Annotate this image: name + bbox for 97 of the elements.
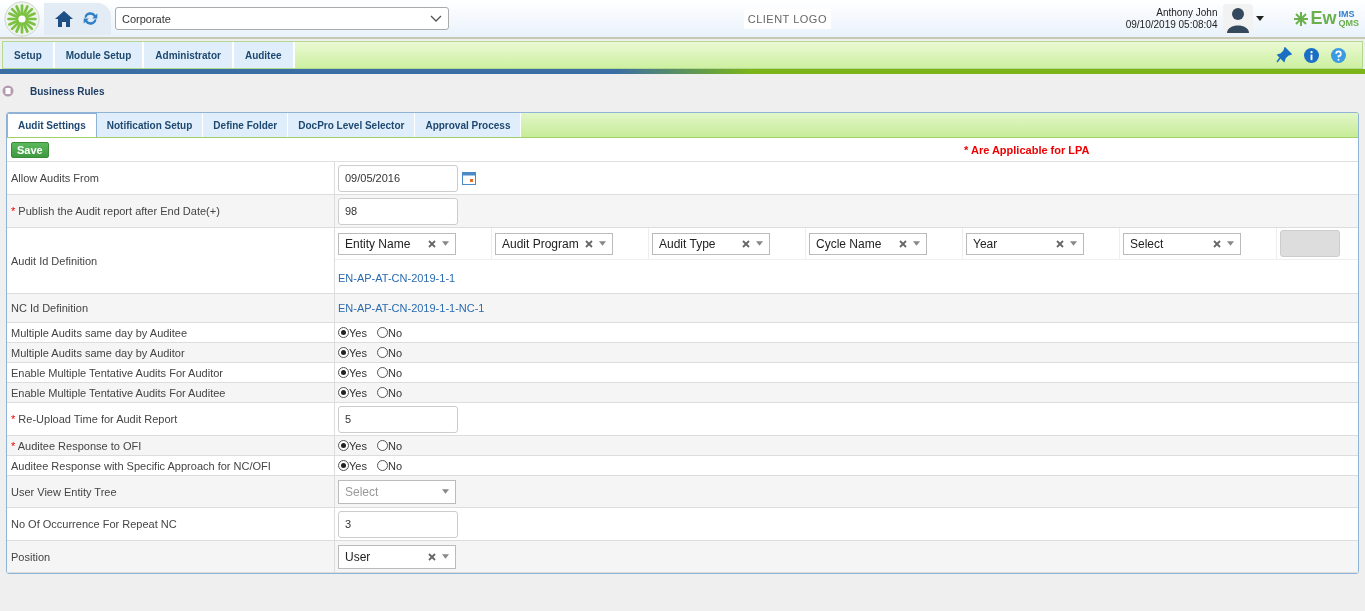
- radio-label: Yes: [349, 439, 367, 452]
- field-label: * Auditee Response to OFI: [11, 439, 142, 452]
- field-label: NC Id Definition: [11, 302, 89, 314]
- radio-label: No: [387, 366, 402, 379]
- field-label: No Of Occurrence For Repeat NC: [11, 518, 177, 530]
- field-label: * Re-Upload Time for Audit Report: [11, 413, 178, 425]
- radio-button[interactable]: [338, 460, 349, 471]
- organization-select[interactable]: Corporate: [115, 7, 449, 30]
- select-field[interactable]: Cycle Name: [809, 232, 927, 255]
- field-label: Multiple Audits same day by Auditee: [11, 326, 188, 339]
- input-field[interactable]: 3: [338, 510, 458, 538]
- radio-button[interactable]: [338, 347, 349, 358]
- select-field[interactable]: Select: [1123, 232, 1241, 255]
- dropdown-arrow-icon: [1227, 241, 1234, 246]
- calendar-icon[interactable]: [462, 171, 476, 185]
- clear-icon[interactable]: [585, 239, 593, 248]
- refresh-icon[interactable]: [82, 10, 99, 27]
- field-label: Allow Audits From: [11, 172, 100, 184]
- field-label: Auditee Response with Specific Approach for NC/OFI: [11, 459, 271, 472]
- chevron-down-icon: [430, 14, 442, 23]
- field-label: User View Entity Tree: [11, 485, 117, 498]
- help-icon[interactable]: [1331, 47, 1346, 63]
- select-field[interactable]: Year: [966, 232, 1084, 255]
- tab[interactable]: Notification Setup: [96, 113, 204, 137]
- field-label: Audit Id Definition: [11, 254, 98, 267]
- id-preview: EN-AP-AT-CN-2019-1-1-NC-1: [338, 302, 485, 314]
- sun-logo-icon: [4, 0, 40, 37]
- radio-button[interactable]: [376, 460, 388, 471]
- tab[interactable]: DocPro Level Selector: [288, 113, 416, 137]
- info-icon[interactable]: [1304, 47, 1319, 63]
- clear-icon[interactable]: [428, 239, 436, 248]
- radio-button[interactable]: [376, 327, 388, 338]
- radio-label: Yes: [349, 366, 367, 379]
- dropdown-arrow-icon: [442, 489, 449, 494]
- field-label: * Publish the Audit report after End Date(+): [11, 205, 220, 217]
- clear-icon[interactable]: [1056, 239, 1064, 248]
- clear-icon[interactable]: [1213, 239, 1221, 248]
- avatar-icon[interactable]: [1223, 3, 1254, 34]
- clear-icon[interactable]: [899, 239, 907, 248]
- radio-label: No: [387, 459, 402, 472]
- tab[interactable]: Audit Settings: [7, 113, 97, 137]
- home-icon[interactable]: [54, 8, 74, 29]
- radio-label: Yes: [349, 346, 367, 359]
- clear-icon[interactable]: [742, 239, 750, 248]
- field-label: Enable Multiple Tentative Audits For Auditor: [11, 366, 223, 379]
- dropdown-arrow-icon: [1070, 241, 1077, 246]
- dropdown-arrow-icon: [913, 241, 920, 246]
- radio-label: Yes: [349, 459, 367, 472]
- menu-item[interactable]: Setup: [3, 42, 55, 68]
- client-logo: CLIENT LOGO: [743, 8, 831, 29]
- input-field[interactable]: 5: [338, 405, 458, 433]
- menu-item[interactable]: Module Setup: [54, 42, 145, 68]
- dropdown-arrow-icon: [756, 241, 763, 246]
- select-field[interactable]: User: [338, 544, 456, 569]
- radio-label: No: [387, 326, 402, 339]
- radio-button[interactable]: [376, 387, 388, 398]
- breadcrumb: Business Rules: [30, 85, 105, 97]
- radio-label: No: [387, 386, 402, 399]
- date-time: 09/10/2019 05:08:04: [1125, 18, 1218, 31]
- brand-logo-text: Ew: [1310, 8, 1337, 29]
- radio-label: No: [387, 439, 402, 452]
- field-label: Position: [11, 550, 51, 563]
- breadcrumb-icon: [2, 85, 14, 97]
- brand-logo-text: IMS: [1338, 9, 1356, 19]
- tab[interactable]: Approval Process: [415, 113, 522, 137]
- radio-button[interactable]: [376, 367, 388, 378]
- radio-label: Yes: [349, 326, 367, 339]
- brand-logo-text: QMS: [1338, 18, 1359, 28]
- id-preview: EN-AP-AT-CN-2019-1-1: [337, 271, 457, 286]
- radio-button[interactable]: [338, 387, 349, 398]
- tab[interactable]: Define Folder: [203, 113, 289, 137]
- date-field[interactable]: 09/05/2016: [338, 164, 458, 192]
- radio-label: No: [387, 346, 402, 359]
- input-field[interactable]: 98: [338, 197, 458, 225]
- menu-item[interactable]: Auditee: [233, 42, 295, 68]
- clear-icon[interactable]: [428, 552, 436, 561]
- dropdown-arrow-icon: [599, 241, 606, 246]
- select-field[interactable]: Audit Program: [495, 232, 613, 255]
- asterisk-icon: [1294, 11, 1309, 26]
- dropdown-arrow-icon: [442, 241, 449, 246]
- dropdown-arrow-icon: [442, 554, 449, 559]
- user-name: Anthony John: [1156, 6, 1218, 19]
- select-field[interactable]: Entity Name: [338, 232, 456, 255]
- select-field[interactable]: Audit Type: [652, 232, 770, 255]
- radio-button[interactable]: [338, 440, 349, 451]
- radio-button[interactable]: [338, 367, 349, 378]
- radio-button[interactable]: [376, 347, 388, 358]
- radio-button[interactable]: [338, 327, 349, 338]
- pin-icon[interactable]: [1276, 47, 1292, 63]
- field-label: Enable Multiple Tentative Audits For Auditee: [11, 386, 226, 399]
- menu-item[interactable]: Administrator: [144, 42, 234, 68]
- radio-label: Yes: [349, 386, 367, 399]
- field-label: Multiple Audits same day by Auditor: [11, 346, 185, 359]
- required-mark: *: [964, 143, 969, 156]
- radio-button[interactable]: [376, 440, 388, 451]
- lpa-note: Are Applicable for LPA: [970, 143, 1090, 156]
- caret-icon[interactable]: [1256, 16, 1265, 21]
